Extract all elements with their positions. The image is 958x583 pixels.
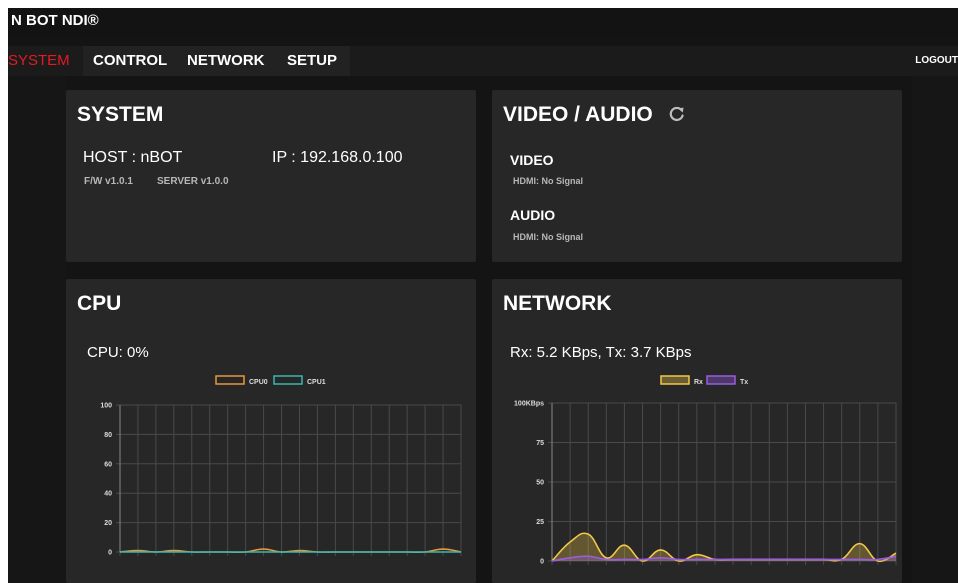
y-tick-label: 25 bbox=[536, 519, 544, 526]
y-tick-label: 0 bbox=[108, 550, 112, 557]
logout-button[interactable]: LOGOUT bbox=[915, 46, 958, 76]
right-gutter bbox=[912, 76, 958, 583]
audio-status: HDMI: No Signal bbox=[513, 232, 583, 242]
tab-setup[interactable]: SETUP bbox=[287, 46, 337, 76]
y-tick-label: 40 bbox=[104, 491, 112, 498]
tab-system[interactable]: SYSTEM bbox=[8, 46, 70, 76]
y-tick-label: 100 bbox=[100, 403, 112, 410]
network-panel: NETWORK Rx: 5.2 KBps, Tx: 3.7 KBps Rx Tx 0… bbox=[492, 279, 902, 583]
server-version: SERVER v1.0.0 bbox=[157, 176, 229, 187]
refresh-icon[interactable] bbox=[668, 105, 686, 128]
y-tick-label: 75 bbox=[536, 440, 544, 447]
system-panel: SYSTEM HOST : nBOT IP : 192.168.0.100 F/… bbox=[66, 90, 476, 262]
y-tick-label: 50 bbox=[536, 480, 544, 487]
video-label: VIDEO bbox=[510, 152, 554, 168]
legend-swatch bbox=[660, 375, 690, 385]
left-gutter bbox=[8, 76, 66, 583]
legend-label: CPU1 bbox=[307, 379, 326, 386]
app-title: N BOT NDI® bbox=[11, 12, 99, 29]
cpu-usage: CPU: 0% bbox=[87, 344, 149, 361]
app-window: N BOT NDI® SYSTEM CONTROL NETWORK SETUP … bbox=[8, 8, 958, 583]
chart-legend: CPU0 CPU1 bbox=[215, 375, 326, 386]
y-tick-label: 0 bbox=[540, 559, 544, 566]
video-audio-panel: VIDEO / AUDIO VIDEO HDMI: No Signal AUDI… bbox=[492, 90, 902, 262]
video-status: HDMI: No Signal bbox=[513, 176, 583, 186]
legend-swatch bbox=[215, 375, 245, 385]
y-tick-label: 60 bbox=[104, 461, 112, 468]
cpu-chart: CPU0 CPU1 0 20 40 60 80 100 bbox=[100, 375, 462, 557]
audio-label: AUDIO bbox=[510, 207, 556, 223]
legend-label: CPU0 bbox=[249, 379, 268, 386]
network-title: NETWORK bbox=[503, 292, 612, 315]
cpu-title: CPU bbox=[77, 292, 122, 315]
tab-network[interactable]: NETWORK bbox=[187, 46, 265, 76]
network-chart: Rx Tx 0 25 50 75 100KBps bbox=[514, 375, 897, 566]
video-audio-title: VIDEO / AUDIO bbox=[503, 103, 653, 126]
y-tick-label: 80 bbox=[104, 432, 112, 439]
ip-label: IP : 192.168.0.100 bbox=[272, 149, 403, 166]
legend-swatch bbox=[273, 375, 303, 385]
network-rate: Rx: 5.2 KBps, Tx: 3.7 KBps bbox=[510, 344, 692, 361]
y-tick-label: 100KBps bbox=[514, 401, 544, 408]
legend-label: Rx bbox=[694, 379, 703, 386]
firmware-version: F/W v1.0.1 bbox=[84, 176, 133, 187]
main-nav: SYSTEM CONTROL NETWORK SETUP LOGOUT bbox=[8, 46, 958, 76]
chart-legend: Rx Tx bbox=[660, 375, 748, 386]
tab-control[interactable]: CONTROL bbox=[93, 46, 167, 76]
host-label: HOST : nBOT bbox=[83, 149, 183, 166]
y-tick-label: 20 bbox=[104, 520, 112, 527]
cpu-panel: CPU CPU: 0% CPU0 CPU1 0 20 40 60 80 100 bbox=[66, 279, 476, 583]
legend-swatch bbox=[706, 375, 736, 385]
system-title: SYSTEM bbox=[77, 103, 164, 126]
legend-label: Tx bbox=[740, 379, 748, 386]
title-bar: N BOT NDI® bbox=[8, 8, 958, 36]
